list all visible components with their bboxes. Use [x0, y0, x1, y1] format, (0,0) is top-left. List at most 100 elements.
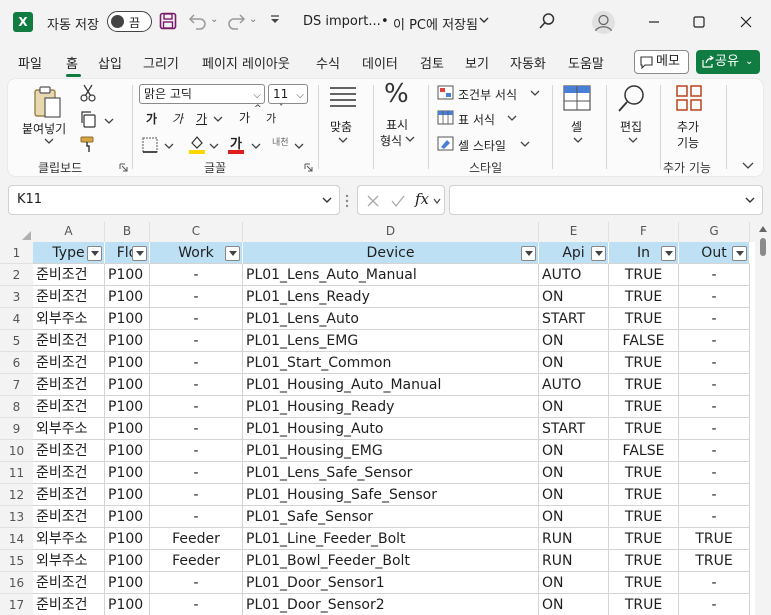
table-cell[interactable]: PL01_Lens_Ready — [243, 286, 539, 308]
save-icon[interactable] — [159, 12, 177, 30]
table-cell[interactable]: P100 — [105, 308, 150, 330]
table-cell[interactable]: TRUE — [609, 484, 679, 506]
table-cell[interactable]: - — [150, 286, 243, 308]
table-cell[interactable]: PL01_Lens_Auto_Manual — [243, 264, 539, 286]
select-all-corner[interactable] — [0, 222, 33, 242]
format-as-table-icon[interactable] — [437, 110, 454, 125]
row-header[interactable]: 17 — [0, 594, 33, 615]
table-cell[interactable]: PL01_Housing_Safe_Sensor — [243, 484, 539, 506]
borders-icon[interactable] — [142, 137, 160, 153]
table-cell[interactable]: ON — [539, 440, 609, 462]
table-cell[interactable]: TRUE — [679, 550, 750, 572]
table-cell[interactable]: PL01_Bowl_Feeder_Bolt — [243, 550, 539, 572]
scroll-up-icon[interactable] — [759, 226, 767, 232]
table-cell[interactable]: - — [150, 330, 243, 352]
table-cell[interactable]: PL01_Housing_Auto_Manual — [243, 374, 539, 396]
tab-view[interactable]: 보기 — [465, 53, 489, 72]
table-cell[interactable]: 준비조건 — [33, 374, 105, 396]
minimize-icon[interactable] — [645, 13, 663, 31]
share-dropdown-icon[interactable]: ⌄ — [745, 50, 753, 74]
format-as-table-label[interactable]: 표 서식 — [458, 111, 495, 128]
clipboard-launcher-icon[interactable] — [119, 163, 128, 172]
header-cell-col-f[interactable]: In — [609, 242, 679, 264]
table-cell[interactable]: - — [679, 594, 750, 615]
table-cell[interactable]: PL01_Housing_Auto — [243, 418, 539, 440]
table-cell[interactable]: - — [150, 594, 243, 615]
table-cell[interactable]: - — [679, 374, 750, 396]
table-cell[interactable]: P100 — [105, 484, 150, 506]
table-cell[interactable]: 외부주소 — [33, 418, 105, 440]
underline-dropdown-icon[interactable] — [213, 115, 223, 123]
decrease-font-button[interactable]: 가 — [266, 110, 276, 126]
maximize-icon[interactable] — [690, 13, 708, 31]
table-cell[interactable]: P100 — [105, 440, 150, 462]
tab-draw[interactable]: 그리기 — [143, 53, 179, 72]
row-header[interactable]: 3 — [0, 286, 33, 308]
table-cell[interactable]: - — [150, 352, 243, 374]
add-ins-label-2[interactable]: 기능 — [677, 134, 699, 151]
table-cell[interactable]: P100 — [105, 374, 150, 396]
table-cell[interactable]: P100 — [105, 572, 150, 594]
autosave-toggle[interactable]: 끔 — [107, 11, 152, 32]
table-cell[interactable]: - — [150, 440, 243, 462]
table-cell[interactable]: 외부주소 — [33, 528, 105, 550]
table-cell[interactable]: ON — [539, 352, 609, 374]
table-cell[interactable]: - — [150, 374, 243, 396]
table-cell[interactable]: 준비조건 — [33, 484, 105, 506]
expand-formula-icon[interactable] — [744, 194, 756, 206]
table-cell[interactable]: TRUE — [609, 308, 679, 330]
table-cell[interactable]: ON — [539, 286, 609, 308]
fill-color-dropdown-icon[interactable] — [209, 142, 219, 150]
worksheet-grid[interactable]: ABCDEFG 1 Type Flo Work Device Api In Out 2 준비조건 P… — [0, 222, 771, 615]
table-cell[interactable]: 준비조건 — [33, 462, 105, 484]
tab-formulas[interactable]: 수식 — [316, 53, 340, 72]
cut-icon[interactable] — [80, 84, 96, 102]
table-cell[interactable]: PL01_Lens_Safe_Sensor — [243, 462, 539, 484]
table-cell[interactable]: TRUE — [609, 528, 679, 550]
phonetic-dropdown-icon[interactable] — [294, 142, 304, 150]
table-cell[interactable]: P100 — [105, 330, 150, 352]
alignment-label[interactable]: 맞춤 — [330, 118, 352, 135]
file-name[interactable]: DS import... — [303, 14, 381, 29]
filter-dropdown-icon[interactable] — [87, 246, 102, 261]
table-cell[interactable]: - — [150, 264, 243, 286]
row-header[interactable]: 9 — [0, 418, 33, 440]
enter-icon[interactable] — [390, 194, 406, 208]
table-cell[interactable]: - — [150, 462, 243, 484]
table-cell[interactable]: 준비조건 — [33, 330, 105, 352]
header-cell-col-a[interactable]: Type — [33, 242, 105, 264]
table-cell[interactable]: PL01_Housing_EMG — [243, 440, 539, 462]
table-cell[interactable]: P100 — [105, 264, 150, 286]
phonetic-guide-button[interactable]: 내천 — [272, 135, 289, 148]
table-cell[interactable]: - — [150, 572, 243, 594]
format-painter-icon[interactable] — [79, 135, 97, 153]
table-cell[interactable]: - — [150, 418, 243, 440]
editing-label[interactable]: 편집 — [620, 118, 642, 135]
table-cell[interactable]: ON — [539, 594, 609, 615]
table-cell[interactable]: RUN — [539, 550, 609, 572]
table-cell[interactable]: - — [679, 572, 750, 594]
table-cell[interactable]: - — [150, 308, 243, 330]
table-cell[interactable]: P100 — [105, 396, 150, 418]
undo-icon[interactable] — [187, 12, 207, 30]
alignment-icon[interactable] — [328, 85, 358, 109]
number-format-label-1[interactable]: 표시 — [386, 116, 408, 133]
table-cell[interactable]: TRUE — [609, 396, 679, 418]
font-size-box[interactable]: 11 ⌵ — [268, 84, 308, 104]
conditional-dropdown-icon[interactable] — [530, 89, 540, 97]
table-cell[interactable]: - — [679, 484, 750, 506]
customize-quick-access-icon[interactable] — [268, 13, 282, 27]
table-cell[interactable]: 준비조건 — [33, 264, 105, 286]
underline-button[interactable]: 가 — [196, 110, 207, 127]
comments-button[interactable]: 메모 — [634, 50, 689, 74]
tab-insert[interactable]: 삽입 — [98, 53, 122, 72]
table-cell[interactable]: 준비조건 — [33, 396, 105, 418]
table-cell[interactable]: TRUE — [609, 264, 679, 286]
add-ins-icon[interactable] — [675, 84, 703, 112]
table-cell[interactable]: TRUE — [609, 286, 679, 308]
editing-dropdown-icon[interactable] — [628, 136, 638, 144]
alignment-dropdown-icon[interactable] — [338, 136, 348, 144]
row-header[interactable]: 2 — [0, 264, 33, 286]
table-cell[interactable]: TRUE — [609, 418, 679, 440]
table-cell[interactable]: TRUE — [679, 528, 750, 550]
